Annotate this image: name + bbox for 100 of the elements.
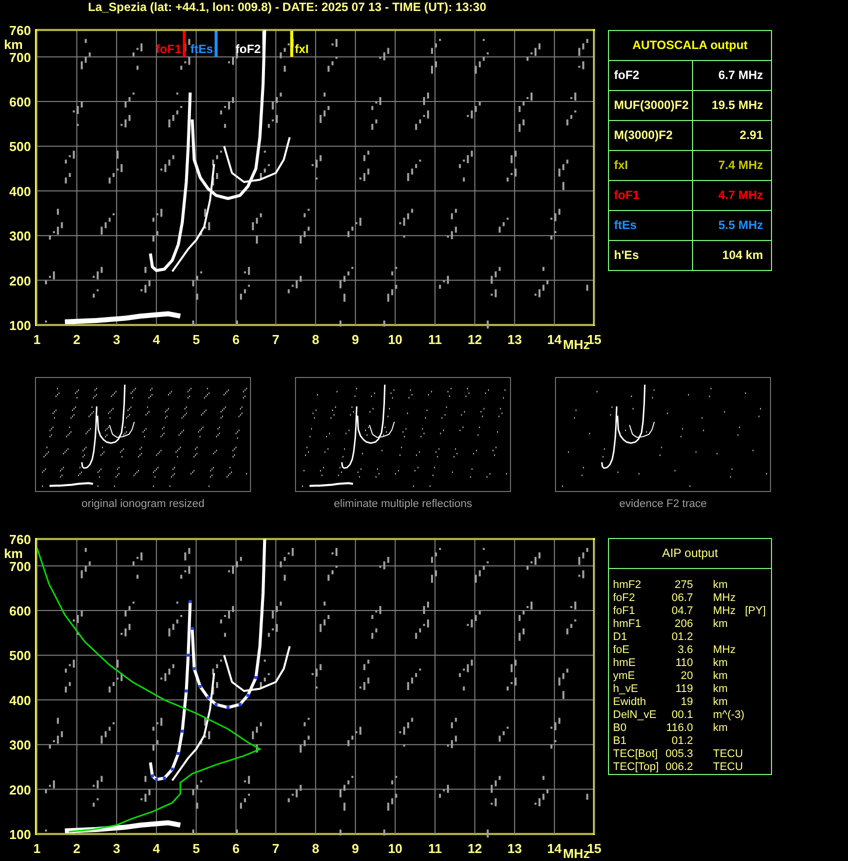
y-axis-label: 100 [9,318,31,333]
x-axis-label: 1 [33,841,41,856]
parameter-unit: km [712,670,729,683]
marker-label: foF1 [156,42,182,56]
x-axis-label: 7 [272,332,280,347]
parameter-name: B0 [613,722,628,735]
parameter-unit: km [712,579,729,592]
parameter-unit: m^(-3) [712,709,744,722]
y-axis-label: 700 [9,50,31,65]
y-axis-label: 500 [9,648,31,664]
parameter-name: fxI [609,151,693,180]
parameter-value: 06.7 [670,592,693,605]
x-axis-label: 12 [468,332,482,347]
parameter-value: 19.5 MHz [712,98,763,112]
x-axis-label: 2 [73,332,80,347]
y-axis-label: 400 [9,692,31,708]
parameter-name: foF2 [613,592,636,605]
x-axis-label: 11 [428,841,442,856]
parameter-unit: km [712,696,729,709]
parameter-value: 005.3 [664,748,693,761]
x-axis-label: 6 [232,332,240,347]
x-axis-label: 12 [468,841,482,856]
x-axis-label: 10 [388,841,402,856]
y-axis-label: 760 [9,23,31,38]
x-axis-label: 9 [352,332,360,347]
parameter-name: ymE [613,670,636,683]
x-axis-label: 5 [192,841,200,856]
y-axis-label: 200 [9,782,31,798]
parameter-value: 19 [680,696,693,709]
x-axis-label: 13 [507,332,522,347]
parameter-value: 5.5 MHz [718,218,763,232]
y-axis-label: 200 [9,273,31,288]
parameter-value: 110 [674,657,693,670]
parameter-unit: km [712,618,729,631]
window-title: La_Spezia (lat: +44.1, lon: 009.8) - DATE: 2025 07 13 - TIME (UT): 13:30 [87,0,488,14]
y-axis-unit: km [4,37,23,52]
x-axis-label: 13 [507,841,522,856]
y-axis-label: 600 [9,94,31,110]
parameter-unit: TECU [712,748,743,761]
x-axis-label: 10 [388,332,402,347]
x-axis-label: 8 [312,841,320,856]
parameter-value: 6.7 MHz [718,68,763,82]
parameter-unit: MHz [712,605,737,618]
y-axis-label: 600 [9,604,31,619]
thumbnail-caption: eliminate multiple reflections [334,498,472,510]
parameter-value: 2.91 [740,128,763,142]
x-axis-label: 14 [547,841,562,856]
parameter-unit: MHz [712,644,737,657]
parameter-name: MUF(3000)F2 [609,91,693,120]
parameter-value: 116.0 [665,722,693,735]
parameter-value: 275 [674,579,693,592]
parameter-name: foE [613,644,631,657]
parameter-name: B1 [613,735,628,748]
parameter-name: DelN_vE [613,709,658,722]
parameter-name: TEC[Bot] [613,748,659,761]
y-axis-label: 400 [9,184,31,199]
parameter-value: 3.6 [676,644,693,657]
y-axis-unit: km [4,546,23,561]
thumbnail-caption: original ionogram resized [82,498,204,510]
parameter-name: TEC[Top] [613,761,660,774]
parameter-name: h'Es [609,241,693,270]
parameter-value: 006.2 [664,761,693,774]
parameter-name: ftEs [609,211,693,240]
y-axis-label: 100 [9,827,31,842]
parameter-value: 4.7 MHz [718,188,763,202]
parameter-unit: km [712,683,729,696]
table-title: AIP output [609,539,771,569]
parameter-name: hmF2 [613,579,642,592]
parameter-name: h_vE [613,683,640,696]
table-title: AUTOSCALA output [609,31,771,61]
parameter-value: 04.7 [670,605,693,618]
x-axis-label: 4 [152,332,160,347]
parameter-name: foF1 [609,181,693,210]
parameter-value: 119 [674,683,693,696]
parameter-unit: TECU [712,761,743,774]
marker-label: foF2 [236,42,261,56]
parameter-value: 206 [674,618,693,631]
y-axis-label: 700 [9,558,31,574]
parameter-value: 00.1 [670,709,693,722]
parameter-name: hmE [613,657,637,670]
x-axis-label: 6 [232,841,240,856]
parameter-value: 104 km [722,248,763,262]
x-axis-label: 3 [112,332,120,347]
parameter-name: hmF1 [613,618,642,631]
x-axis-label: 14 [547,332,562,347]
parameter-name: foF1 [613,605,636,618]
parameter-value: 01.2 [670,631,693,644]
x-axis-label: 7 [272,841,280,856]
y-axis-label: 300 [9,738,31,753]
x-axis-label: 11 [428,332,442,347]
parameter-name: foF2 [609,61,693,90]
marker-label: ftEs [190,42,214,56]
y-axis-label: 760 [9,532,31,547]
parameter-note: [PY] [745,605,766,618]
marker-label: fxI [294,42,309,56]
x-axis-label: 1 [33,332,41,347]
parameter-unit: MHz [712,592,737,605]
parameter-value: 01.2 [670,735,693,748]
x-axis-label: 4 [152,841,160,856]
y-axis-label: 500 [9,139,31,154]
